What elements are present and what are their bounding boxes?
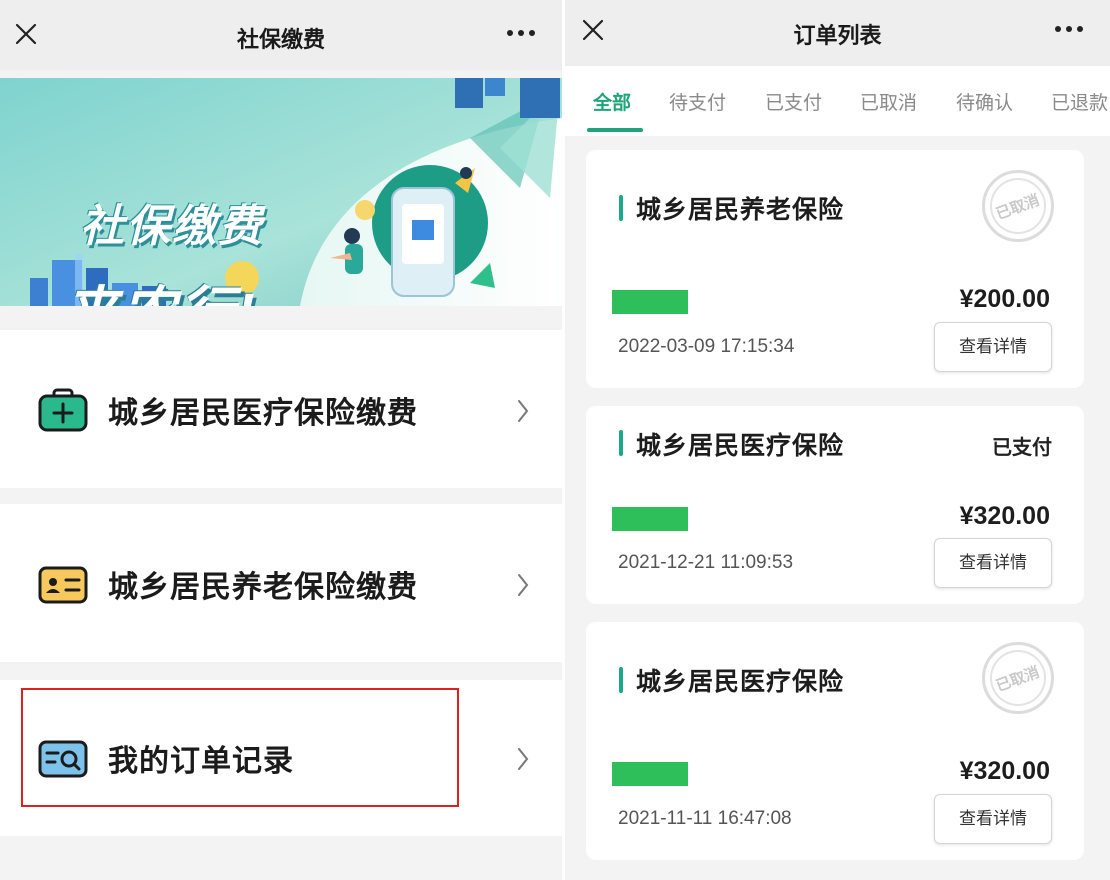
tab-pending-confirmation[interactable]: 待确认 xyxy=(956,88,1013,115)
banner-headline-line1: 社保缴费 xyxy=(80,202,264,251)
status-stamp: 已取消 xyxy=(982,170,1054,242)
menu-item-label: 城乡居民医疗保险缴费 xyxy=(108,397,418,430)
menu-item-medical-insurance-payment[interactable]: 城乡居民医疗保险缴费 xyxy=(0,330,562,488)
redacted-name xyxy=(612,290,688,314)
active-tab-indicator xyxy=(587,128,643,132)
chevron-right-icon xyxy=(518,748,529,770)
order-title: 城乡居民养老保险 xyxy=(636,196,845,224)
more-icon[interactable] xyxy=(506,28,536,38)
menu-item-pension-insurance-payment[interactable]: 城乡居民养老保险缴费 xyxy=(0,504,562,662)
tab-cancelled[interactable]: 已取消 xyxy=(860,88,917,115)
view-details-button[interactable]: 查看详情 xyxy=(934,538,1052,588)
id-card-icon xyxy=(38,566,88,604)
right-top-bar: 订单列表 xyxy=(565,0,1110,66)
order-title: 城乡居民医疗保险 xyxy=(636,668,845,696)
chevron-right-icon xyxy=(518,574,529,596)
redacted-name xyxy=(612,507,688,531)
order-status-tabs: 全部 待支付 已支付 已取消 待确认 已退款 xyxy=(565,66,1110,136)
annotation-highlight-box xyxy=(21,688,459,807)
order-title: 城乡居民医疗保险 xyxy=(636,432,845,460)
order-amount: ¥200.00 xyxy=(959,285,1050,313)
page-title: 社保缴费 xyxy=(236,27,325,52)
view-details-button[interactable]: 查看详情 xyxy=(934,322,1052,372)
tab-paid[interactable]: 已支付 xyxy=(765,88,822,115)
more-icon[interactable] xyxy=(1054,24,1084,34)
status-stamp: 已取消 xyxy=(982,642,1054,714)
order-list-screen: 订单列表 全部 待支付 已支付 已取消 待确认 已退款 城乡居民养老保险 已取消… xyxy=(565,0,1110,880)
tab-pending-payment[interactable]: 待支付 xyxy=(669,88,726,115)
order-time: 2021-12-21 11:09:53 xyxy=(618,552,794,573)
page-title: 订单列表 xyxy=(793,23,882,48)
social-security-payment-screen: 社保缴费 社保缴费 城乡居民医疗保险缴费 城乡居民养老保险缴费 我的订单记录 xyxy=(0,0,562,880)
left-top-bar: 社保缴费 xyxy=(0,0,562,70)
tab-all[interactable]: 全部 xyxy=(593,88,631,115)
tab-refunded[interactable]: 已退款 xyxy=(1051,88,1108,115)
medical-kit-icon xyxy=(38,388,88,432)
order-time: 2021-11-11 16:47:08 xyxy=(618,808,792,829)
view-details-button[interactable]: 查看详情 xyxy=(934,794,1052,844)
banner-headline-line2: 来农行! xyxy=(62,268,257,306)
title-accent-bar xyxy=(619,430,623,456)
order-card[interactable]: 城乡居民医疗保险 已支付 ¥320.00 2021-12-21 11:09:53… xyxy=(586,406,1084,604)
order-amount: ¥320.00 xyxy=(959,757,1050,785)
order-card[interactable]: 城乡居民养老保险 已取消 ¥200.00 2022-03-09 17:15:34… xyxy=(586,150,1084,388)
promo-banner[interactable]: 社保缴费 来农行! xyxy=(0,78,562,306)
order-amount: ¥320.00 xyxy=(959,502,1050,530)
chevron-right-icon xyxy=(518,400,529,422)
menu-item-label: 城乡居民养老保险缴费 xyxy=(108,571,418,604)
redacted-name xyxy=(612,762,688,786)
order-time: 2022-03-09 17:15:34 xyxy=(618,336,795,357)
status-text: 已支付 xyxy=(992,437,1052,459)
title-accent-bar xyxy=(619,667,623,693)
title-accent-bar xyxy=(619,195,623,221)
order-card[interactable]: 城乡居民医疗保险 已取消 ¥320.00 2021-11-11 16:47:08… xyxy=(586,622,1084,860)
